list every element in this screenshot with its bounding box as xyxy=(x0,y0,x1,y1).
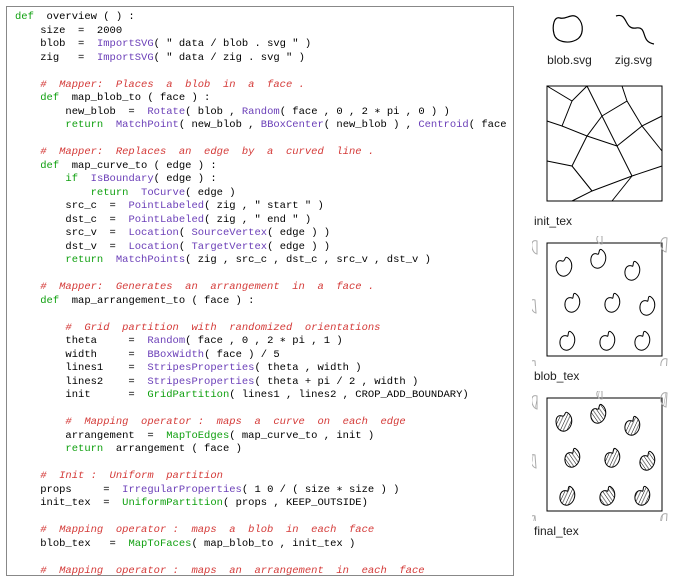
init-tex-figure xyxy=(532,81,672,211)
code-content: def overview ( ) : size = 2000 blob = Im… xyxy=(15,11,505,576)
figure-column: blob.svg zig.svg xyxy=(514,6,681,579)
init-tex-label: init_tex xyxy=(534,214,572,228)
final-tex-figure xyxy=(532,391,672,521)
zig-icon xyxy=(610,10,658,50)
final-tex-label: final_tex xyxy=(534,524,579,538)
blob-tex-figure xyxy=(532,236,672,366)
blob-icon xyxy=(546,10,594,50)
page: def overview ( ) : size = 2000 blob = Im… xyxy=(0,0,687,585)
code-listing: def overview ( ) : size = 2000 blob = Im… xyxy=(6,6,514,576)
zig-svg-block: zig.svg xyxy=(610,10,658,67)
blob-svg-block: blob.svg xyxy=(546,10,594,67)
blob-tex-label: blob_tex xyxy=(534,369,579,383)
zig-svg-label: zig.svg xyxy=(615,53,652,67)
svg-source-row: blob.svg zig.svg xyxy=(546,10,658,67)
blob-svg-label: blob.svg xyxy=(547,53,592,67)
